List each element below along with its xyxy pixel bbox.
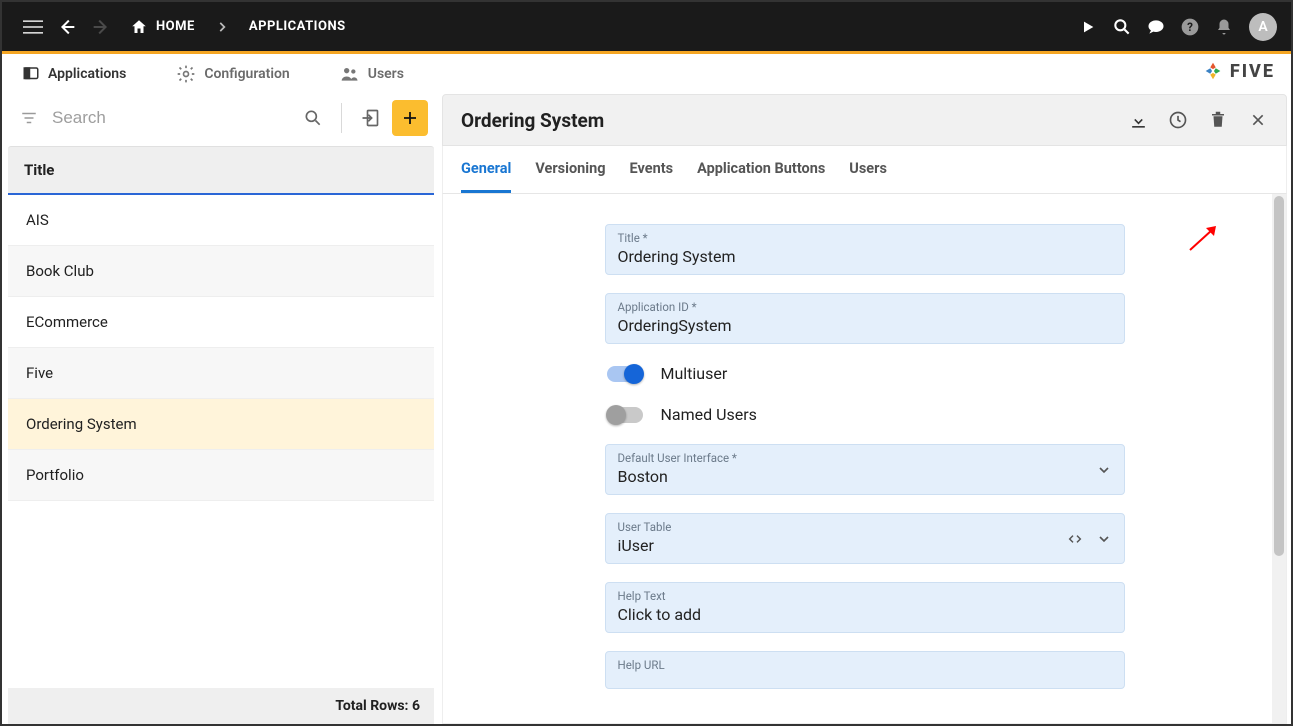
chevron-down-icon xyxy=(1096,462,1112,478)
breadcrumb-current: APPLICATIONS xyxy=(249,19,346,34)
detail-tab[interactable]: Versioning xyxy=(535,146,605,193)
dui-label: Default User Interface * xyxy=(618,451,1112,465)
brand-text: FIVE xyxy=(1230,61,1275,82)
chevron-right-icon xyxy=(215,20,229,34)
breadcrumb-home-label: HOME xyxy=(156,19,195,34)
detail-panel: Ordering System General Versioning Events A… xyxy=(434,94,1291,724)
chat-icon[interactable] xyxy=(1139,10,1173,44)
hamburger-icon[interactable] xyxy=(16,10,50,44)
detail-tab[interactable]: Events xyxy=(630,146,674,193)
namedusers-row: Named Users xyxy=(605,403,1125,426)
play-icon[interactable] xyxy=(1071,10,1105,44)
tab-configuration-label: Configuration xyxy=(204,66,289,82)
general-form: Title * Ordering System Application ID *… xyxy=(605,224,1125,693)
filter-icon[interactable] xyxy=(12,109,46,127)
plus-icon xyxy=(401,109,419,127)
tab-configuration[interactable]: Configuration xyxy=(164,54,301,93)
magnify-icon[interactable] xyxy=(1105,10,1139,44)
title-field-label: Title * xyxy=(618,231,1112,245)
avatar[interactable]: A xyxy=(1249,13,1277,41)
history-icon[interactable] xyxy=(1158,100,1198,140)
annotation-arrow-icon xyxy=(1188,226,1218,252)
helpurl-label: Help URL xyxy=(618,658,1112,672)
delete-icon[interactable] xyxy=(1198,100,1238,140)
logo-icon xyxy=(1202,60,1224,82)
helpurl-field[interactable]: Help URL xyxy=(605,651,1125,689)
tab-users[interactable]: Users xyxy=(328,54,416,93)
appid-field[interactable]: Application ID * OrderingSystem xyxy=(605,293,1125,344)
title-field[interactable]: Title * Ordering System xyxy=(605,224,1125,275)
multiuser-switch[interactable] xyxy=(607,366,643,382)
default-ui-field[interactable]: Default User Interface * Boston xyxy=(605,444,1125,495)
section-tabs: Applications Configuration Users FIVE xyxy=(2,54,1291,94)
application-list: AISBook ClubECommerceFiveOrdering System… xyxy=(8,195,434,688)
breadcrumb-home[interactable]: HOME xyxy=(130,18,195,36)
dui-value: Boston xyxy=(618,467,1112,486)
list-column-header[interactable]: Title xyxy=(8,146,434,195)
helptext-field[interactable]: Help Text Click to add xyxy=(605,582,1125,633)
list-item[interactable]: Book Club xyxy=(8,246,434,297)
help-icon[interactable]: ? xyxy=(1173,10,1207,44)
close-icon[interactable] xyxy=(1238,100,1278,140)
applications-icon xyxy=(22,65,40,83)
chevron-down-icon xyxy=(1096,531,1112,547)
tab-applications[interactable]: Applications xyxy=(10,54,138,93)
divider xyxy=(341,103,342,133)
list-item[interactable]: ECommerce xyxy=(8,297,434,348)
detail-tab[interactable]: Users xyxy=(849,146,887,193)
multiuser-row: Multiuser xyxy=(605,362,1125,385)
appid-field-label: Application ID * xyxy=(618,300,1112,314)
tab-applications-label: Applications xyxy=(48,66,126,82)
import-icon[interactable] xyxy=(352,100,388,136)
usertable-field[interactable]: User Table iUser xyxy=(605,513,1125,564)
download-icon[interactable] xyxy=(1118,100,1158,140)
detail-header: Ordering System xyxy=(442,94,1287,146)
svg-text:?: ? xyxy=(1187,20,1193,34)
search-input[interactable] xyxy=(50,107,291,129)
list-item[interactable]: Ordering System xyxy=(8,399,434,450)
list-item[interactable]: Five xyxy=(8,348,434,399)
detail-tab[interactable]: General xyxy=(461,146,511,193)
list-item[interactable]: AIS xyxy=(8,195,434,246)
tab-users-label: Users xyxy=(368,66,404,82)
back-icon[interactable] xyxy=(50,10,84,44)
appid-field-value: OrderingSystem xyxy=(618,316,1112,335)
list-panel: Title AISBook ClubECommerceFiveOrdering … xyxy=(2,94,434,724)
avatar-initial: A xyxy=(1258,19,1267,35)
detail-title: Ordering System xyxy=(461,109,1118,132)
detail-tabs: General Versioning Events Application Butto… xyxy=(442,146,1287,194)
users-icon xyxy=(340,64,360,84)
search-icon[interactable] xyxy=(295,100,331,136)
form-scroll[interactable]: Title * Ordering System Application ID *… xyxy=(442,194,1287,724)
helptext-value: Click to add xyxy=(618,605,1112,624)
multiuser-label: Multiuser xyxy=(661,364,728,383)
usertable-value: iUser xyxy=(618,536,1112,555)
home-icon xyxy=(130,18,148,36)
namedusers-switch[interactable] xyxy=(607,407,643,423)
code-icon[interactable] xyxy=(1066,531,1084,547)
forward-icon xyxy=(84,10,118,44)
title-field-value: Ordering System xyxy=(618,247,1112,266)
add-button[interactable] xyxy=(392,100,428,136)
list-footer: Total Rows: 6 xyxy=(8,688,434,724)
usertable-label: User Table xyxy=(618,520,1112,534)
topbar: HOME APPLICATIONS ? A xyxy=(2,2,1291,51)
brand-logo: FIVE xyxy=(1202,60,1275,82)
helptext-label: Help Text xyxy=(618,589,1112,603)
gear-icon xyxy=(176,64,196,84)
list-item[interactable]: Portfolio xyxy=(8,450,434,501)
detail-tab[interactable]: Application Buttons xyxy=(697,146,825,193)
breadcrumb: HOME APPLICATIONS xyxy=(130,18,346,36)
namedusers-label: Named Users xyxy=(661,405,757,424)
search-row xyxy=(8,94,434,146)
scrollbar[interactable] xyxy=(1272,194,1286,723)
bell-icon[interactable] xyxy=(1207,10,1241,44)
